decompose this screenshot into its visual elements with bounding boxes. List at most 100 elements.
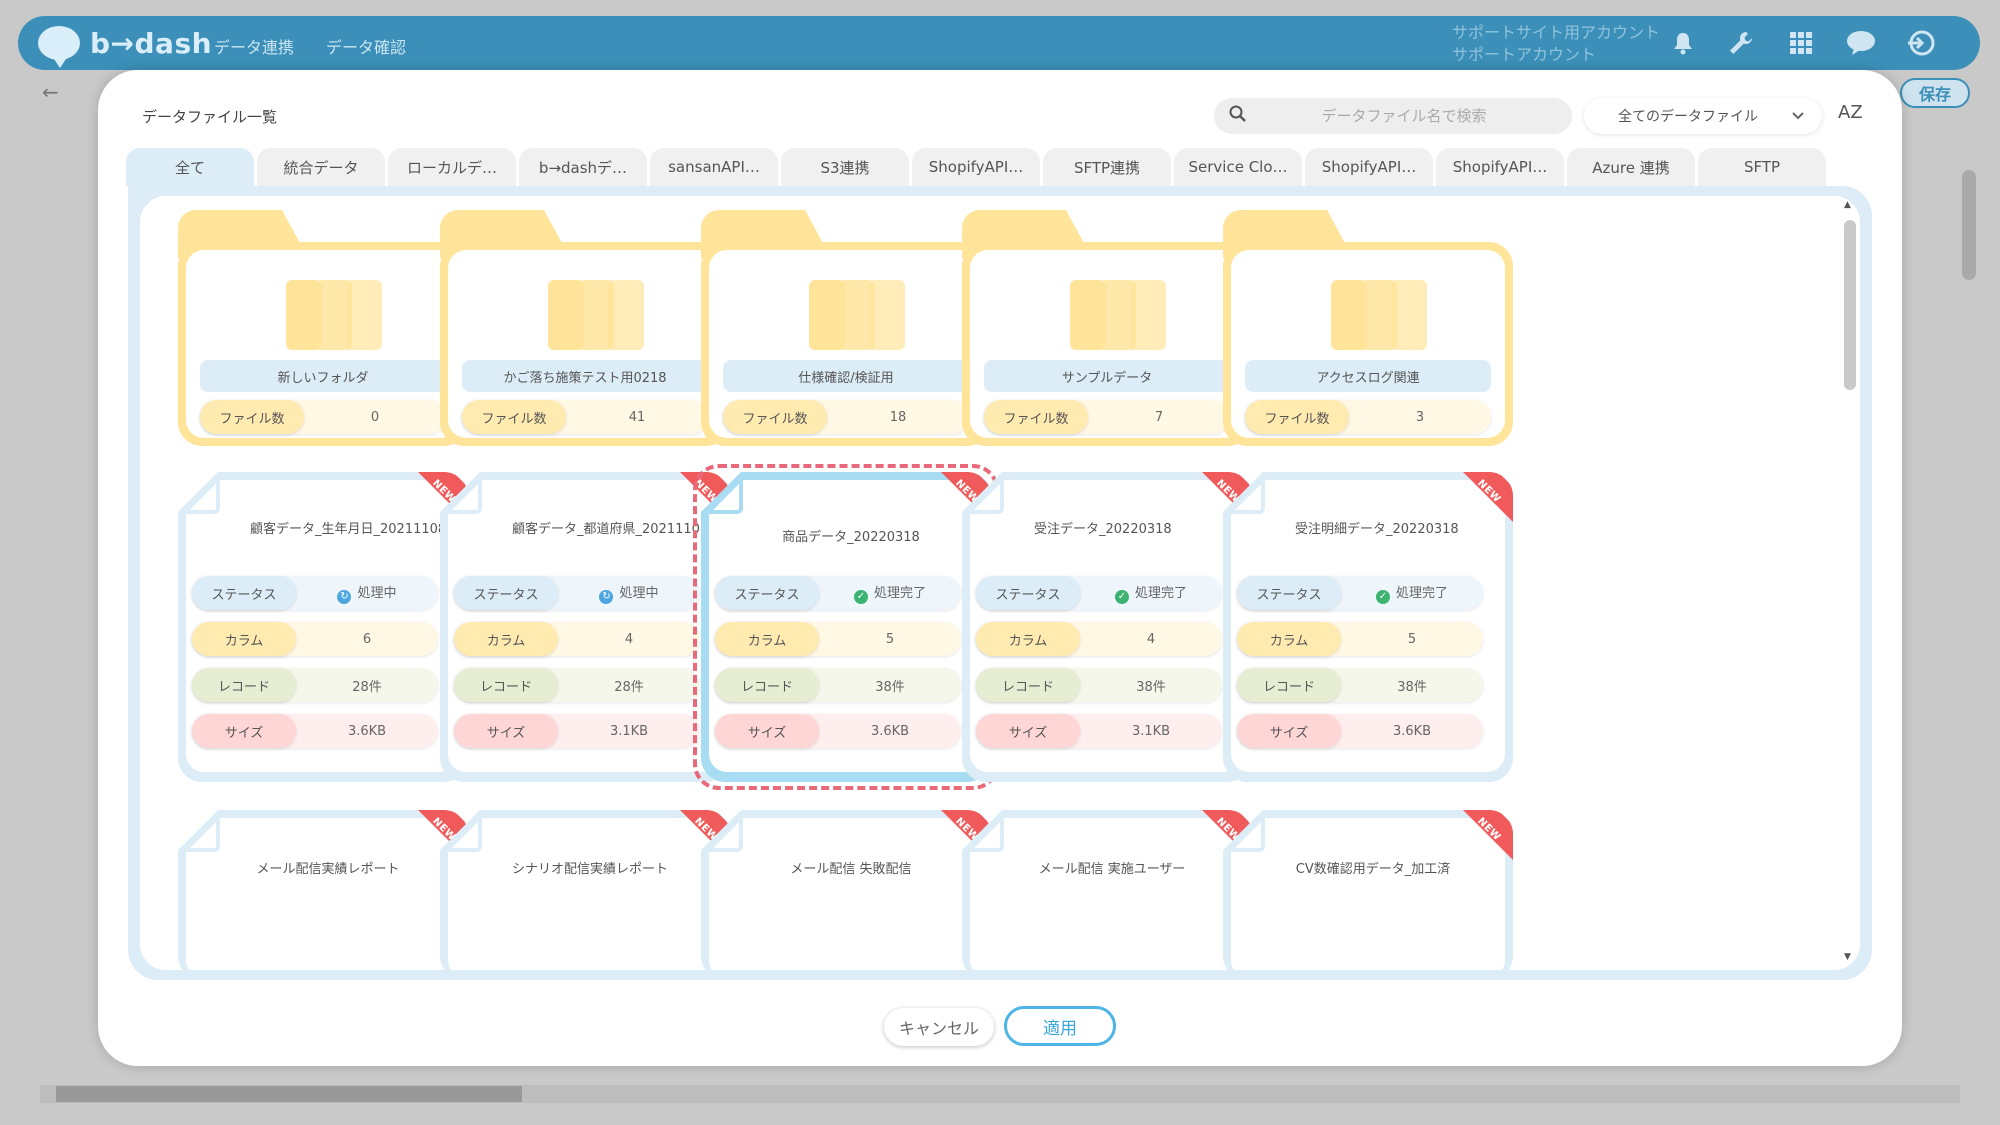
folder-card[interactable]: 仕様確認/検証用 ファイル数 18 bbox=[701, 210, 991, 446]
grid-scrollbar-thumb[interactable] bbox=[1844, 220, 1856, 390]
data-file-card[interactable]: NEW 顧客データ_生年月日_20211108 ステータス ↻ 処理中 カラム 6 レコード 2… bbox=[178, 472, 468, 782]
size-value: 3.1KB bbox=[1131, 723, 1171, 739]
status-row: ステータス ✓ 処理完了 bbox=[976, 576, 1222, 610]
records-label: レコード bbox=[454, 668, 558, 702]
tab-2[interactable]: ローカルデ… bbox=[388, 148, 516, 186]
columns-value: 4 bbox=[624, 631, 634, 647]
grid-icon[interactable] bbox=[1784, 28, 1818, 58]
save-button[interactable]: 保存 bbox=[1900, 78, 1970, 108]
status-label: ステータス bbox=[1237, 576, 1341, 610]
tab-9[interactable]: ShopifyAPI… bbox=[1305, 148, 1433, 186]
page-vertical-scrollbar[interactable] bbox=[1962, 170, 1976, 280]
file-name: メール配信実績レポート bbox=[256, 862, 400, 877]
folder-face: 仕様確認/検証用 ファイル数 18 bbox=[709, 250, 983, 438]
columns-label: カラム bbox=[1237, 622, 1341, 656]
file-name: メール配信 失敗配信 bbox=[790, 862, 912, 877]
tab-8[interactable]: Service Clo… bbox=[1174, 148, 1302, 186]
grid-vertical-scrollbar[interactable]: ▲ ▼ bbox=[1842, 200, 1856, 966]
file-name: シナリオ配信実績レポート bbox=[511, 862, 668, 877]
folder-card[interactable]: かご落ち施策テスト用0218 ファイル数 41 bbox=[440, 210, 730, 446]
status-value: 処理中 bbox=[357, 586, 397, 601]
file-name: 受注データ_20220318 bbox=[1034, 522, 1172, 537]
modal-title: データファイル一覧 bbox=[142, 108, 278, 126]
scroll-down-icon[interactable]: ▼ bbox=[1844, 952, 1851, 962]
search-box[interactable] bbox=[1214, 98, 1572, 134]
file-dogear bbox=[709, 818, 743, 852]
processing-icon: ↻ bbox=[337, 590, 352, 604]
account-info[interactable]: サポートサイト用アカウント サポートアカウント bbox=[1452, 22, 1660, 66]
status-label: ステータス bbox=[976, 576, 1080, 610]
bell-icon[interactable] bbox=[1666, 28, 1700, 58]
tab-11[interactable]: Azure 連携 bbox=[1567, 148, 1695, 186]
records-label: レコード bbox=[976, 668, 1080, 702]
cancel-button[interactable]: キャンセル bbox=[884, 1008, 994, 1046]
bdash-logo[interactable]: b→dash bbox=[38, 26, 212, 68]
data-file-card[interactable]: NEW CV数確認用データ_加工済 bbox=[1223, 810, 1513, 970]
wrench-icon[interactable] bbox=[1724, 28, 1758, 58]
data-file-card[interactable]: NEW 受注明細データ_20220318 ステータス ✓ 処理完了 カラム 5 レコード 38件… bbox=[1223, 472, 1513, 782]
check-circle-icon: ✓ bbox=[1375, 590, 1390, 604]
size-label: サイズ bbox=[976, 714, 1080, 748]
columns-row: カラム 6 bbox=[192, 622, 438, 656]
tab-4[interactable]: sansanAPI… bbox=[650, 148, 778, 186]
logout-icon[interactable] bbox=[1904, 28, 1938, 58]
tab-5[interactable]: S3連携 bbox=[781, 148, 909, 186]
search-input[interactable] bbox=[1256, 107, 1572, 125]
tab-6[interactable]: ShopifyAPI… bbox=[912, 148, 1040, 186]
data-file-card[interactable]: NEW メール配信 失敗配信 bbox=[701, 810, 991, 970]
chat-icon[interactable] bbox=[1844, 28, 1878, 58]
data-file-list-modal: データファイル一覧 全てのデータファイル AZ 全て統合データローカルデ…b→d… bbox=[98, 70, 1902, 1066]
file-name: 受注明細データ_20220318 bbox=[1295, 522, 1459, 537]
folder-group-icon bbox=[286, 280, 382, 354]
tab-10[interactable]: ShopifyAPI… bbox=[1436, 148, 1564, 186]
tab-7[interactable]: SFTP連携 bbox=[1043, 148, 1171, 186]
folder-card[interactable]: アクセスログ関連 ファイル数 3 bbox=[1223, 210, 1513, 446]
file-count-label: ファイル数 bbox=[462, 400, 566, 434]
tab-0[interactable]: 全て bbox=[126, 148, 254, 186]
status-value-wrap: ✓ 処理完了 bbox=[1080, 582, 1222, 604]
records-value: 28件 bbox=[614, 679, 644, 695]
records-row: レコード 38件 bbox=[1237, 668, 1483, 702]
size-value: 3.1KB bbox=[609, 723, 649, 739]
status-label: ステータス bbox=[454, 576, 558, 610]
data-file-card[interactable]: NEW 顧客データ_都道府県_20211108 ステータス ↻ 処理中 カラム 4 レコード 2… bbox=[440, 472, 730, 782]
folder-body: かご落ち施策テスト用0218 ファイル数 41 bbox=[440, 242, 730, 446]
apply-button[interactable]: 適用 bbox=[1004, 1006, 1116, 1046]
records-row: レコード 28件 bbox=[454, 668, 700, 702]
folder-card[interactable]: サンプルデータ ファイル数 7 bbox=[962, 210, 1252, 446]
folder-group-icon bbox=[1070, 280, 1166, 354]
nav-data-integration[interactable]: データ連携 bbox=[214, 34, 294, 58]
file-dogear bbox=[448, 818, 482, 852]
tab-12[interactable]: SFTP bbox=[1698, 148, 1826, 186]
file-grid-panel: 新しいフォルダ ファイル数 0 かご落ち施策テスト用0218 ファイル数 41 仕様確認/検… bbox=[128, 186, 1872, 980]
top-header-bar: b→dash データ連携 データ確認 サポートサイト用アカウント サポートアカウ… bbox=[18, 16, 1980, 70]
data-file-card[interactable]: NEW メール配信 実施ユーザー bbox=[962, 810, 1252, 970]
size-row: サイズ 3.1KB bbox=[976, 714, 1222, 748]
tab-1[interactable]: 統合データ bbox=[257, 148, 385, 186]
file-grid[interactable]: 新しいフォルダ ファイル数 0 かご落ち施策テスト用0218 ファイル数 41 仕様確認/検… bbox=[140, 196, 1860, 970]
folder-card[interactable]: 新しいフォルダ ファイル数 0 bbox=[178, 210, 468, 446]
file-card-face bbox=[709, 818, 983, 970]
status-row: ステータス ↻ 処理中 bbox=[192, 576, 438, 610]
columns-label: カラム bbox=[192, 622, 296, 656]
columns-row: カラム 4 bbox=[454, 622, 700, 656]
file-dogear bbox=[970, 818, 1004, 852]
folder-face: 新しいフォルダ ファイル数 0 bbox=[186, 250, 460, 438]
data-file-card[interactable]: NEW 受注データ_20220318 ステータス ✓ 処理完了 カラム 4 レコード 38件 サイ… bbox=[962, 472, 1252, 782]
size-row: サイズ 3.6KB bbox=[1237, 714, 1483, 748]
status-row: ステータス ↻ 処理中 bbox=[454, 576, 700, 610]
nav-data-check[interactable]: データ確認 bbox=[326, 34, 406, 58]
tab-3[interactable]: b→dashデ… bbox=[519, 148, 647, 186]
sort-az-icon[interactable]: AZ bbox=[1838, 102, 1863, 123]
filter-selected-value: 全てのデータファイル bbox=[1618, 109, 1758, 125]
back-arrow-icon[interactable]: ← bbox=[42, 80, 59, 104]
data-file-card[interactable]: NEW メール配信実績レポート bbox=[178, 810, 468, 970]
file-type-filter-select[interactable]: 全てのデータファイル bbox=[1584, 98, 1822, 134]
scroll-up-icon[interactable]: ▲ bbox=[1844, 200, 1851, 210]
records-value: 38件 bbox=[1397, 679, 1427, 695]
file-dogear bbox=[1231, 818, 1265, 852]
account-line2: サポートアカウント bbox=[1452, 45, 1597, 64]
size-label: サイズ bbox=[1237, 714, 1341, 748]
data-file-card[interactable]: NEW シナリオ配信実績レポート bbox=[440, 810, 730, 970]
page-horizontal-scrollbar-thumb[interactable] bbox=[56, 1086, 522, 1102]
